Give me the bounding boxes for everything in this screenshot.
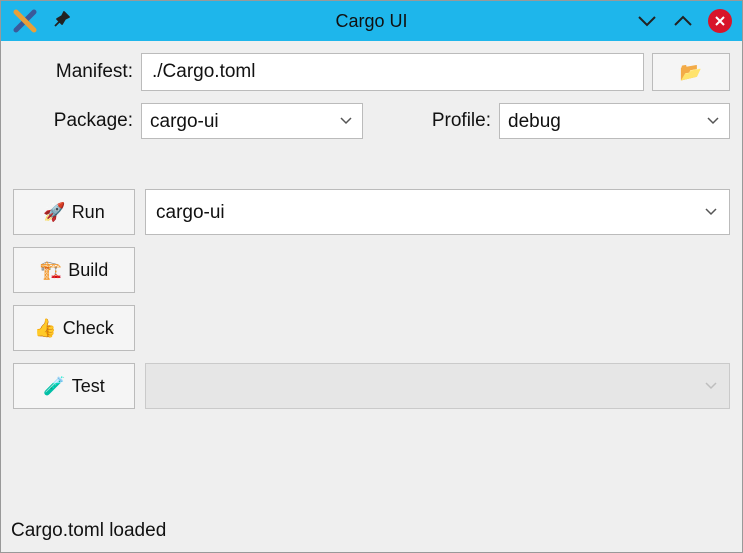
crane-icon: 🏗️ <box>40 260 62 281</box>
check-row: 👍 Check <box>13 305 730 351</box>
app-window: Cargo UI Manifest: 📂 Package: cargo-ui <box>0 0 743 553</box>
manifest-input[interactable] <box>141 53 644 91</box>
run-button[interactable]: 🚀 Run <box>13 189 135 235</box>
content-area: Manifest: 📂 Package: cargo-ui Profile: d… <box>1 41 742 552</box>
window-title: Cargo UI <box>335 11 407 32</box>
manifest-label: Manifest: <box>13 61 133 83</box>
thumbs-up-icon: 👍 <box>34 318 56 339</box>
titlebar-right <box>636 9 732 33</box>
test-button-label: Test <box>72 376 105 397</box>
titlebar: Cargo UI <box>1 1 742 41</box>
close-button[interactable] <box>708 9 732 33</box>
actions-section: 🚀 Run cargo-ui 🏗️ Build 👍 Check <box>13 189 730 409</box>
profile-label: Profile: <box>411 110 491 132</box>
run-target-select[interactable]: cargo-ui <box>145 189 730 235</box>
pin-icon[interactable] <box>53 10 71 33</box>
test-row: 🧪 Test <box>13 363 730 409</box>
package-profile-row: Package: cargo-ui Profile: debug <box>13 103 730 139</box>
check-button[interactable]: 👍 Check <box>13 305 135 351</box>
test-tube-icon: 🧪 <box>43 376 65 397</box>
minimize-button[interactable] <box>636 10 658 32</box>
folder-icon: 📂 <box>680 62 702 83</box>
browse-button[interactable]: 📂 <box>652 53 730 91</box>
build-button-label: Build <box>68 260 108 281</box>
maximize-button[interactable] <box>672 10 694 32</box>
run-button-label: Run <box>72 202 105 223</box>
check-button-label: Check <box>63 318 114 339</box>
run-row: 🚀 Run cargo-ui <box>13 189 730 235</box>
package-select[interactable]: cargo-ui <box>141 103 363 139</box>
profile-select[interactable]: debug <box>499 103 730 139</box>
test-button[interactable]: 🧪 Test <box>13 363 135 409</box>
test-target-select <box>145 363 730 409</box>
status-message: Cargo.toml loaded <box>11 520 166 542</box>
build-button[interactable]: 🏗️ Build <box>13 247 135 293</box>
package-label: Package: <box>13 110 133 132</box>
titlebar-left <box>11 7 71 35</box>
build-row: 🏗️ Build <box>13 247 730 293</box>
manifest-row: Manifest: 📂 <box>13 53 730 91</box>
rocket-icon: 🚀 <box>43 202 65 223</box>
app-icon <box>11 7 39 35</box>
